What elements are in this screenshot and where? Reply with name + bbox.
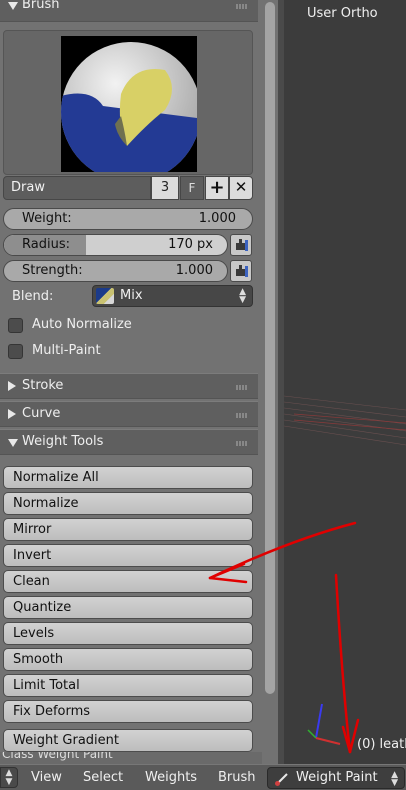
- view-name-label: User Ortho: [307, 6, 378, 21]
- curve-panel-header[interactable]: Curve: [0, 401, 258, 427]
- weight-label: Weight:: [22, 211, 72, 226]
- multi-paint-checkbox[interactable]: [8, 344, 23, 359]
- brush-preview-box[interactable]: [3, 30, 253, 175]
- blend-swatch-icon: [96, 288, 114, 304]
- mode-selector-dropdown[interactable]: Weight Paint ▲ ▼: [267, 767, 405, 789]
- weight-gradient-button[interactable]: Weight Gradient: [3, 729, 253, 752]
- weight-value: 1.000: [198, 211, 236, 226]
- expand-arrow-icon: [8, 2, 18, 10]
- multi-paint-label: Multi-Paint: [32, 343, 101, 358]
- drag-grip-icon[interactable]: [236, 413, 248, 418]
- brush-name-field[interactable]: Draw: [3, 176, 151, 200]
- brush-menu[interactable]: Brush: [218, 770, 256, 785]
- pressure-hand-icon: [236, 239, 248, 251]
- brush-panel-header[interactable]: Brush: [0, 0, 258, 22]
- drag-grip-icon[interactable]: [236, 4, 248, 9]
- panel-scrollbar[interactable]: [262, 0, 278, 764]
- fake-user-button[interactable]: F: [180, 176, 204, 200]
- unlink-brush-button[interactable]: ✕: [229, 176, 253, 200]
- collapsed-arrow-icon: [8, 409, 16, 419]
- paintbrush-icon: [275, 773, 288, 786]
- collapsed-arrow-icon: [8, 381, 16, 391]
- radius-slider[interactable]: Radius: 170 px: [3, 234, 228, 256]
- blend-mode-dropdown[interactable]: Mix ▲ ▼: [92, 285, 253, 307]
- weight-tools-panel-title: Weight Tools: [22, 434, 104, 449]
- clean-button[interactable]: Clean: [3, 570, 253, 593]
- blend-mode-value: Mix: [120, 288, 143, 303]
- curve-panel-title: Curve: [22, 406, 61, 421]
- scrollbar-thumb[interactable]: [265, 2, 275, 694]
- updown-arrows-icon: ▲ ▼: [391, 770, 398, 788]
- weights-menu[interactable]: Weights: [145, 770, 197, 785]
- auto-normalize-label: Auto Normalize: [32, 317, 132, 332]
- blend-label: Blend:: [12, 289, 54, 304]
- mirror-button[interactable]: Mirror: [3, 518, 253, 541]
- add-brush-button[interactable]: +: [205, 176, 229, 200]
- strength-value: 1.000: [175, 263, 213, 278]
- auto-normalize-checkbox[interactable]: [8, 318, 23, 333]
- quantize-button[interactable]: Quantize: [3, 596, 253, 619]
- limit-total-button[interactable]: Limit Total: [3, 674, 253, 697]
- updown-arrows-icon: ▲ ▼: [239, 287, 246, 305]
- plus-icon: +: [209, 177, 225, 198]
- viewport-header-bar: ▲ ▼ View Select Weights Brush Weight Pain…: [0, 764, 406, 790]
- radius-pressure-toggle[interactable]: [230, 234, 252, 256]
- expand-arrow-icon: [8, 439, 18, 447]
- strength-label: Strength:: [22, 263, 83, 278]
- axis-gizmo-icon: [307, 703, 341, 745]
- drag-grip-icon[interactable]: [236, 385, 248, 390]
- normalize-all-button[interactable]: Normalize All: [3, 466, 253, 489]
- weight-slider[interactable]: Weight: 1.000: [3, 208, 253, 230]
- weight-tools-panel-header[interactable]: Weight Tools: [0, 429, 258, 455]
- tool-shelf-panel: Brush Draw 3 F + ✕ Weight: 1.000 Radius:…: [0, 0, 262, 764]
- radius-value: 170 px: [168, 237, 213, 252]
- brush-preview-sphere-icon: [61, 36, 197, 172]
- brush-users-count[interactable]: 3: [151, 176, 179, 200]
- editor-type-selector[interactable]: ▲ ▼: [0, 767, 18, 788]
- radius-label: Radius:: [22, 237, 70, 252]
- object-info-label: (0) leath: [357, 737, 406, 752]
- select-menu[interactable]: Select: [83, 770, 123, 785]
- brush-panel-title: Brush: [22, 0, 60, 12]
- strength-pressure-toggle[interactable]: [230, 260, 252, 282]
- invert-button[interactable]: Invert: [3, 544, 253, 567]
- smooth-button[interactable]: Smooth: [3, 648, 253, 671]
- fix-deforms-button[interactable]: Fix Deforms: [3, 700, 253, 723]
- x-icon: ✕: [234, 178, 248, 196]
- mesh-wireframe: [284, 395, 406, 446]
- levels-button[interactable]: Levels: [3, 622, 253, 645]
- pressure-hand-icon: [236, 265, 248, 277]
- mode-value: Weight Paint: [296, 770, 378, 785]
- cut-off-panel-label: Class Weight Paint: [0, 752, 262, 764]
- drag-grip-icon[interactable]: [236, 441, 248, 446]
- view-menu[interactable]: View: [31, 770, 62, 785]
- 3d-viewport[interactable]: User Ortho (0) leath: [284, 0, 406, 764]
- stroke-panel-title: Stroke: [22, 378, 64, 393]
- brush-selector-row: Draw 3 F + ✕: [3, 176, 253, 200]
- strength-slider[interactable]: Strength: 1.000: [3, 260, 228, 282]
- stroke-panel-header[interactable]: Stroke: [0, 373, 258, 399]
- normalize-button[interactable]: Normalize: [3, 492, 253, 515]
